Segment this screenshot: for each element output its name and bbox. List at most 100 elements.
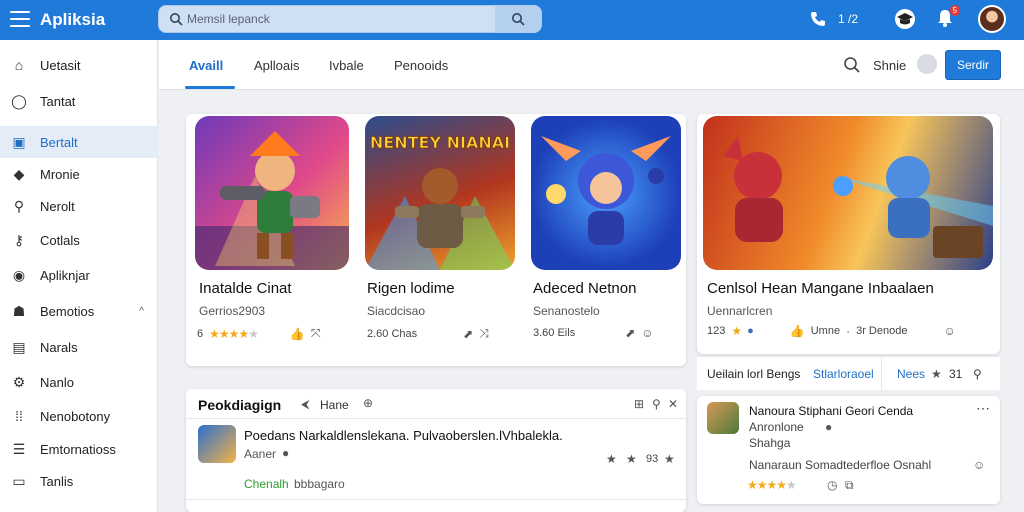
notification-badge: 5 (949, 5, 960, 16)
chevron-up-icon[interactable]: ^ (139, 306, 144, 317)
more-icon[interactable]: ⋯ (976, 400, 990, 417)
sidebar-item-4[interactable]: ⚲ Nerolt (0, 190, 158, 222)
monitor-icon: ▭ (12, 472, 26, 489)
toolbar-link[interactable]: Shnie (873, 58, 906, 73)
thumbs-up-icon[interactable]: 👍 (290, 327, 305, 341)
tab-aplloais[interactable]: Aplloais (254, 58, 300, 73)
search-button[interactable] (495, 5, 541, 33)
main-content: Availl Aplloais Ivbale Penooids Shnie Se… (159, 40, 1024, 512)
search-icon[interactable] (843, 56, 861, 74)
emoji-icon[interactable]: ☺ (973, 458, 985, 472)
game-stats: 2.60 Chas (367, 327, 418, 340)
item-title[interactable]: Poedans Narkaldlenslekana. Pulvaoberslen… (244, 428, 563, 443)
sidebar-item-7[interactable]: ☗ Bemotios ^ (0, 295, 158, 327)
game-thumbnail-wide[interactable] (703, 116, 993, 270)
sidebar-item-label: Tantat (40, 93, 76, 109)
search-icon[interactable]: ⚲ (973, 367, 982, 381)
sidebar-item-8[interactable]: ▤ Narals (0, 331, 158, 363)
item-thumbnail[interactable] (707, 402, 739, 434)
sidebar-item-3[interactable]: ◆ Mronie (0, 158, 158, 190)
share-icon[interactable]: ⮜ (301, 397, 310, 412)
grid-icon[interactable]: ⊞ (634, 397, 644, 411)
arrow-icon[interactable]: ⬈ (625, 326, 635, 340)
user-icon[interactable] (917, 54, 937, 74)
game-thumbnail-3[interactable] (531, 116, 681, 270)
chat-icon[interactable]: ◷ (827, 478, 837, 492)
verified-icon: ● (282, 446, 290, 460)
phone-number: 1 /2 (838, 12, 859, 26)
search-input[interactable] (187, 10, 487, 28)
grid-icon: ▣ (12, 133, 26, 150)
hamburger-menu-icon[interactable] (10, 9, 30, 29)
item-thumbnail[interactable] (198, 425, 236, 463)
search-icon (170, 13, 183, 26)
game-title[interactable]: Adeced Netnon (533, 280, 636, 297)
eye-icon: ◉ (12, 266, 26, 283)
game-thumbnail-1[interactable] (195, 116, 349, 270)
star-icon[interactable]: ★ (626, 452, 637, 466)
hero-character-icon (195, 131, 349, 270)
sidebar-item-1[interactable]: ◯ Tantat (0, 85, 158, 117)
game-title[interactable]: Cenlsol Hean Manganе Inbaalaen (707, 280, 934, 297)
lower-right-panel: Nanoura Stiphani Geori Cenda Anronlone ●… (697, 396, 1000, 504)
sidebar-item-6[interactable]: ◉ Apliknjar (0, 259, 158, 291)
pin-icon[interactable]: ⚲ (652, 397, 661, 411)
sidebar-item-label: Emtornatioss (40, 441, 116, 457)
sidebar-item-label: Bertalt (40, 134, 78, 150)
emoji-icon[interactable]: ☺ (943, 324, 955, 338)
star-icon[interactable]: ★ (931, 367, 942, 381)
sidebar-item-11[interactable]: ☰ Emtornatioss (0, 433, 158, 465)
close-icon[interactable]: ✕ (668, 397, 678, 411)
tab-bar: Availl Aplloais Ivbale Penooids Shnie Se… (159, 40, 1024, 90)
sidebar-item-12[interactable]: ▭ Tanlis (0, 465, 158, 497)
sidebar-item-5[interactable]: ⚷ Cotlals (0, 224, 158, 256)
strip-news[interactable]: Nees (897, 367, 925, 381)
game-title[interactable]: Rigen lodime (367, 280, 455, 297)
sidebar-item-label: Mronie (40, 166, 80, 182)
star-icon[interactable]: ★ (664, 452, 675, 466)
tab-availl[interactable]: Availl (189, 58, 223, 73)
game-developer: Senanostelo (533, 304, 600, 318)
primary-button[interactable]: Serdir (945, 50, 1001, 80)
game-meta: 2.60 Chas ⬈ ⤨ (367, 326, 489, 341)
thumbs-up-icon[interactable]: 👍 (790, 324, 805, 338)
sidebar-item-label: Nenobotony (40, 408, 111, 424)
sidebar-item-10[interactable]: ⁞⁞ Nenobotony (0, 400, 158, 432)
game-title[interactable]: Inatalde Cinat (199, 280, 292, 297)
verified-icon: ● (825, 420, 833, 434)
item-tag[interactable]: Chenalh (244, 477, 289, 491)
graduation-cap-icon[interactable] (893, 8, 917, 30)
strip-link[interactable]: Stlarloraoel (813, 367, 874, 381)
flying-character-icon (541, 136, 671, 245)
item-subtitle: Aaner (244, 447, 277, 461)
sidebar-item-2[interactable]: ▣ Bertalt (0, 126, 158, 158)
user-avatar[interactable] (978, 5, 1006, 33)
featured-panel: Inatalde Cinat Gerrios2903 6 ★★★★★ 👍 ⤧ N… (186, 114, 686, 366)
item-subtitle-2: Shahga (749, 436, 791, 450)
meta-label-1: Umne (810, 325, 841, 337)
game-developer: Siacdcisao (367, 304, 426, 318)
app-title: Apliksia (40, 10, 106, 29)
tab-ivbale[interactable]: Ivbale (329, 58, 364, 73)
sidebar-item-label: Tanlis (40, 473, 74, 489)
sidebar-item-9[interactable]: ⚙ Nanlo (0, 366, 158, 398)
notification-bell[interactable]: 5 (936, 5, 960, 31)
star-icon[interactable]: ★ (606, 452, 617, 466)
item-title[interactable]: Nanoura Stiphani Geori Cenda (749, 404, 913, 418)
item-tag-secondary: bbbagaro (294, 477, 345, 491)
share-icon[interactable]: ⧉ (845, 478, 854, 493)
phone-icon[interactable] (810, 11, 826, 27)
item-count: 93 (646, 453, 659, 465)
sidebar-item-0[interactable]: ⌂ Uetasit (0, 49, 158, 81)
section-action[interactable]: Hane (320, 398, 349, 412)
shuffle-icon[interactable]: ⤨ (479, 326, 489, 341)
rating-stars: ★ (731, 324, 742, 338)
emoji-icon[interactable]: ☺ (641, 326, 653, 340)
share-icon[interactable]: ⤧ (311, 326, 321, 341)
tab-penooids[interactable]: Penooids (394, 58, 448, 73)
sidebar-item-label: Uetasit (40, 57, 81, 73)
plus-icon[interactable]: ⊕ (363, 396, 373, 410)
arrow-icon[interactable]: ⬈ (463, 327, 473, 341)
game-thumbnail-2[interactable]: NENTEY NIANAI (365, 116, 515, 270)
rating-number: 6 (197, 327, 204, 340)
